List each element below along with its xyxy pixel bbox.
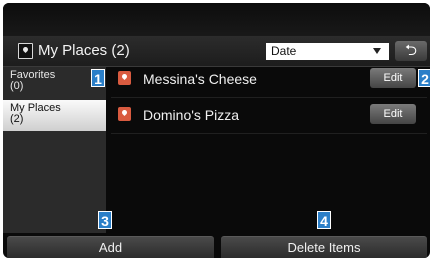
place-name: Messina's Cheese bbox=[143, 71, 257, 87]
navigation-screen: My Places (2) Date ⮌ Favorites (0) My Pl… bbox=[3, 3, 430, 258]
page-title: My Places (2) bbox=[38, 42, 130, 59]
add-button[interactable]: Add bbox=[7, 236, 214, 258]
callout-marker: 4 bbox=[317, 211, 331, 229]
status-band bbox=[3, 3, 430, 36]
sort-dropdown-value: Date bbox=[271, 44, 297, 58]
back-arrow-icon: ⮌ bbox=[404, 42, 417, 59]
callout-marker: 1 bbox=[91, 69, 105, 87]
place-name: Domino's Pizza bbox=[143, 107, 240, 123]
edit-button[interactable]: Edit bbox=[370, 68, 416, 88]
place-pin-icon bbox=[118, 71, 131, 85]
callout-marker: 2 bbox=[418, 69, 430, 87]
sidebar-item-my-places[interactable]: My Places (2) bbox=[3, 100, 106, 131]
sidebar-item-count: (2) bbox=[10, 113, 24, 125]
header-bar: My Places (2) Date ⮌ bbox=[3, 36, 430, 67]
dropdown-arrow-icon bbox=[373, 48, 381, 54]
list-item[interactable]: Domino's Pizza Edit bbox=[111, 102, 427, 134]
sort-dropdown[interactable]: Date bbox=[266, 43, 389, 60]
edit-button[interactable]: Edit bbox=[370, 104, 416, 124]
place-pin-icon bbox=[118, 107, 131, 121]
my-places-icon bbox=[18, 43, 33, 59]
sidebar: Favorites (0) My Places (2) bbox=[3, 67, 106, 233]
back-button[interactable]: ⮌ bbox=[395, 41, 427, 61]
sidebar-item-label: My Places bbox=[10, 102, 61, 114]
callout-marker: 3 bbox=[98, 211, 112, 229]
list-item[interactable]: Messina's Cheese Edit bbox=[111, 66, 427, 98]
delete-items-button[interactable]: Delete Items bbox=[221, 236, 427, 258]
